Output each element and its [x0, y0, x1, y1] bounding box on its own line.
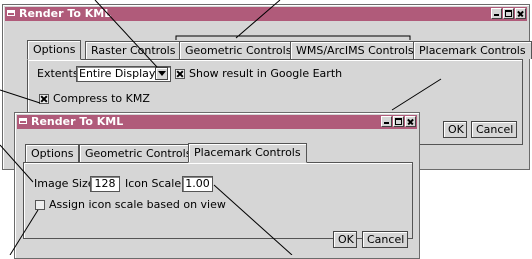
callout-bracket-tabs	[175, 35, 411, 40]
callout-line-placemark	[391, 78, 442, 111]
callout-line-icon-scale	[213, 184, 293, 255]
callout-line-compress	[0, 89, 41, 104]
callout-line-title	[94, 0, 158, 68]
callout-lines	[0, 0, 442, 255]
callout-line-image-size	[0, 144, 34, 183]
callout-line-assign	[9, 209, 39, 255]
callout-line-tabs	[235, 0, 281, 39]
